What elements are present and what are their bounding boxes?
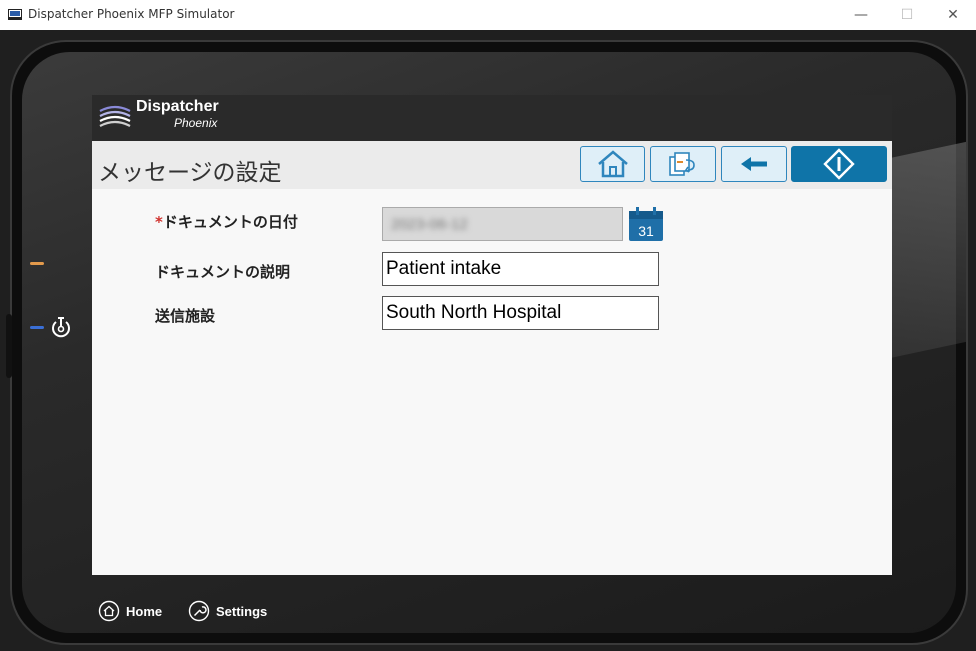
window-title: Dispatcher Phoenix MFP Simulator — [28, 7, 235, 21]
device-settings-label: Settings — [216, 603, 268, 619]
window-titlebar: Dispatcher Phoenix MFP Simulator — ☐ ✕ — [0, 0, 976, 30]
status-led-blue — [30, 326, 44, 329]
device-settings-button[interactable]: Settings — [188, 600, 267, 622]
device-home-label: Home — [126, 603, 163, 619]
calendar-icon[interactable]: 31 — [628, 206, 664, 242]
calendar-day-text: 31 — [638, 223, 654, 239]
document-date-label-text: ドキュメントの日付 — [162, 213, 298, 231]
document-date-field[interactable]: 2023-06-12 — [382, 207, 623, 241]
page-title: メッセージの設定 — [98, 160, 282, 186]
document-date-label: *ドキュメントの日付 — [155, 211, 298, 232]
brand-bar: Dispatcher Phoenix — [92, 95, 892, 141]
document-description-input[interactable] — [382, 252, 659, 286]
mfp-screen: Dispatcher Phoenix メッセージの設定 *ドキュメントの日付 2… — [92, 95, 892, 575]
device-side-button[interactable] — [6, 314, 12, 378]
minimize-button[interactable]: — — [846, 4, 876, 26]
document-date-value: 2023-06-12 — [391, 216, 468, 233]
device-home-button[interactable]: Home — [98, 600, 162, 622]
start-button[interactable] — [791, 146, 887, 182]
maximize-button[interactable]: ☐ — [892, 4, 922, 26]
home-circle-icon — [98, 600, 120, 622]
screen-header: メッセージの設定 — [92, 141, 892, 189]
brand-name: Dispatcher — [136, 98, 219, 115]
status-led-orange — [30, 262, 44, 265]
home-button[interactable] — [580, 146, 645, 182]
required-marker: * — [155, 213, 163, 231]
previous-form-button[interactable] — [650, 146, 716, 182]
dispatcher-logo-icon — [99, 105, 131, 127]
back-button[interactable] — [721, 146, 787, 182]
back-arrow-icon — [741, 157, 767, 171]
sending-facility-input[interactable] — [382, 296, 659, 330]
close-button[interactable]: ✕ — [938, 4, 968, 26]
previous-form-icon — [669, 152, 695, 176]
start-icon — [823, 148, 855, 180]
app-icon — [8, 9, 22, 20]
wrench-icon — [188, 600, 210, 622]
home-icon — [597, 150, 628, 178]
brand-subname: Phoenix — [174, 116, 218, 130]
document-description-label: ドキュメントの説明 — [155, 263, 291, 281]
sending-facility-label: 送信施設 — [155, 307, 216, 325]
power-icon[interactable] — [50, 316, 72, 338]
